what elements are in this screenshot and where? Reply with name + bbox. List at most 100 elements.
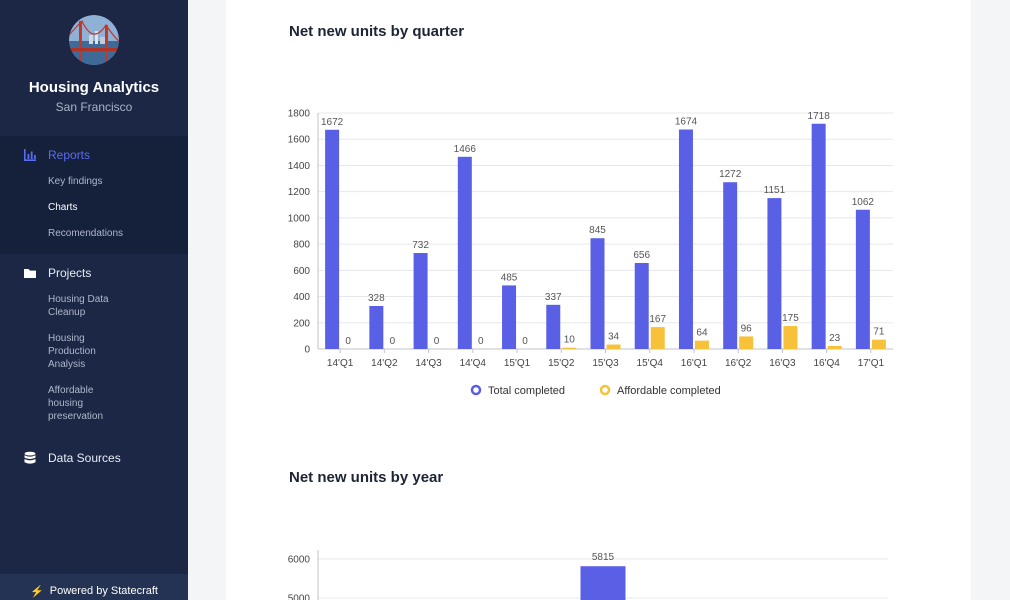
data-label: 328 xyxy=(368,293,385,304)
bar-total xyxy=(634,262,649,349)
nav-charts[interactable]: Charts xyxy=(0,201,188,214)
bar-total xyxy=(580,566,626,600)
app-subtitle: San Francisco xyxy=(55,100,133,114)
data-label: 845 xyxy=(589,225,606,236)
data-label: 0 xyxy=(478,336,484,347)
app-title: Housing Analytics xyxy=(28,79,160,96)
bar-affordable xyxy=(694,340,709,349)
data-label: 71 xyxy=(873,327,885,338)
bar-affordable xyxy=(606,344,621,349)
yearly-bar-chart: 5000 6000 5815 xyxy=(288,550,888,600)
bar-total xyxy=(325,129,340,349)
data-label: 34 xyxy=(608,332,620,343)
bar-affordable xyxy=(650,327,665,349)
data-sources-section: Data Sources xyxy=(0,431,188,473)
avatar xyxy=(69,15,119,65)
bar-affordable xyxy=(562,347,577,349)
data-label: 337 xyxy=(545,292,562,303)
nav-reports-label: Reports xyxy=(48,148,91,162)
data-label: 64 xyxy=(696,328,708,339)
bar-total xyxy=(678,129,693,349)
x-tick-label: 15'Q1 xyxy=(504,358,531,369)
y-tick-label: 1200 xyxy=(288,187,311,198)
bar-total xyxy=(811,123,826,349)
reports-section: Reports Key findings Charts Recomendatio… xyxy=(0,136,188,254)
y-tick-label: 0 xyxy=(304,345,310,356)
data-label: 0 xyxy=(434,336,440,347)
bar-total xyxy=(723,182,738,349)
bar-affordable xyxy=(783,326,798,349)
y-tick-label: 6000 xyxy=(288,555,311,566)
folder-icon xyxy=(24,269,36,278)
x-tick-label: 14'Q2 xyxy=(371,358,398,369)
sidebar: Housing Analytics San Francisco Reports … xyxy=(0,0,188,600)
bar-affordable xyxy=(871,339,886,349)
data-label: 1466 xyxy=(454,144,477,155)
y-tick-label: 1800 xyxy=(288,109,311,120)
nav-data-sources[interactable]: Data Sources xyxy=(0,451,188,465)
y-tick-label: 1400 xyxy=(288,161,311,172)
data-label: 0 xyxy=(345,336,351,347)
bar-total xyxy=(502,285,517,349)
nav-housing-data-cleanup[interactable]: Housing Data Cleanup xyxy=(0,293,130,319)
data-label: 1672 xyxy=(321,117,344,128)
x-tick-label: 16'Q3 xyxy=(769,358,796,369)
x-tick-label: 17'Q1 xyxy=(858,358,885,369)
y-tick-label: 5000 xyxy=(288,594,311,600)
bar-total xyxy=(369,305,384,349)
data-label: 10 xyxy=(564,335,576,346)
bar-total xyxy=(546,304,561,349)
legend-label: Affordable completed xyxy=(617,385,721,397)
powered-by-label: Powered by Statecraft xyxy=(49,585,158,597)
data-label: 1674 xyxy=(675,117,698,128)
database-icon xyxy=(24,451,36,464)
nav-projects-label: Projects xyxy=(48,266,92,280)
nav-key-findings[interactable]: Key findings xyxy=(0,175,188,188)
data-label: 23 xyxy=(829,333,841,344)
data-label: 175 xyxy=(782,313,799,324)
x-tick-label: 15'Q2 xyxy=(548,358,575,369)
bar-affordable xyxy=(739,336,754,349)
nav-housing-production-analysis[interactable]: Housing Production Analysis xyxy=(0,332,130,371)
data-label: 732 xyxy=(412,240,429,251)
projects-section: Projects Housing Data Cleanup Housing Pr… xyxy=(0,254,188,431)
legend-label: Total completed xyxy=(488,385,565,397)
y-tick-label: 1600 xyxy=(288,135,311,146)
data-label: 1272 xyxy=(719,169,742,180)
data-label: 167 xyxy=(649,314,666,325)
powered-by-footer[interactable]: ⚡ Powered by Statecraft xyxy=(0,574,188,600)
y-tick-label: 600 xyxy=(293,266,310,277)
nav-affordable-housing-preservation[interactable]: Affordable housing preservation xyxy=(0,384,130,423)
bolt-icon: ⚡ xyxy=(30,585,44,598)
bar-total xyxy=(413,253,428,349)
bar-chart-icon xyxy=(24,149,36,161)
bar-total xyxy=(457,156,472,349)
x-tick-label: 14'Q3 xyxy=(415,358,442,369)
y-tick-label: 800 xyxy=(293,240,310,251)
legend-marker xyxy=(470,384,482,396)
nav-recomendations[interactable]: Recomendations xyxy=(0,227,188,240)
x-tick-label: 15'Q3 xyxy=(592,358,619,369)
chart-title-quarterly: Net new units by quarter xyxy=(289,23,465,40)
data-label: 5815 xyxy=(592,552,615,563)
nav-projects[interactable]: Projects xyxy=(0,266,188,280)
data-label: 485 xyxy=(501,272,518,283)
data-label: 0 xyxy=(390,336,396,347)
x-tick-label: 14'Q1 xyxy=(327,358,354,369)
charts-card: Net new units by quarter 0 200 400 600 800 10… xyxy=(226,0,971,600)
x-tick-label: 14'Q4 xyxy=(460,358,487,369)
data-label: 1151 xyxy=(764,185,786,196)
x-tick-label: 16'Q2 xyxy=(725,358,752,369)
legend-marker xyxy=(599,384,611,396)
bar-total xyxy=(590,238,605,349)
bar-affordable xyxy=(827,345,842,349)
quarterly-bar-chart: 0200400600800100012001400160018001672014… xyxy=(288,109,893,397)
nav-reports[interactable]: Reports xyxy=(0,148,188,162)
x-tick-label: 15'Q4 xyxy=(637,358,664,369)
y-tick-label: 200 xyxy=(293,318,310,329)
nav-data-sources-label: Data Sources xyxy=(48,451,121,465)
bar-total xyxy=(767,198,782,349)
data-label: 1718 xyxy=(808,111,831,122)
data-label: 1062 xyxy=(852,197,875,208)
data-label: 0 xyxy=(522,336,528,347)
